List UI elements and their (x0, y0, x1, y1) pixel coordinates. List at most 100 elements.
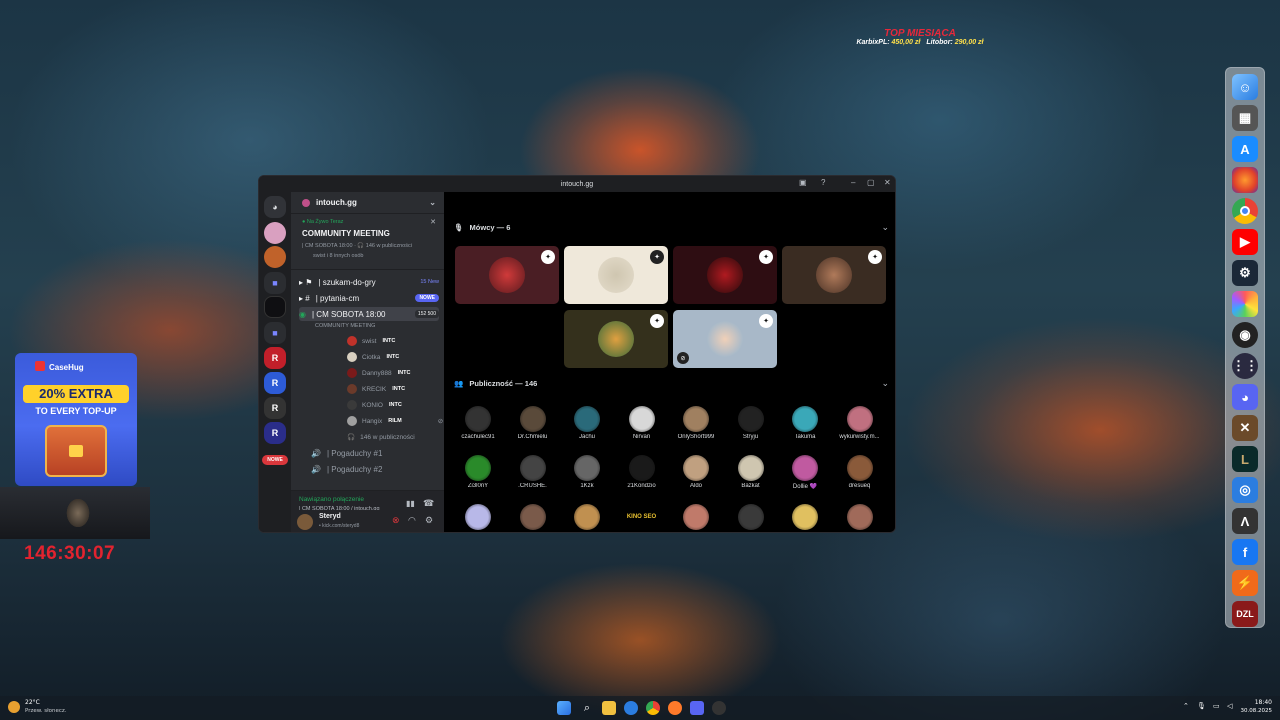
channel-cm-sobota[interactable]: ◉ | CM SOBOTA 18:00 152 500 (299, 307, 439, 321)
facebook-icon[interactable]: f (1232, 539, 1258, 565)
channel-pytania-cm[interactable]: ▸ # | pytania-cm NOWE (299, 291, 439, 305)
steam-icon[interactable]: ⚙ (1232, 260, 1258, 286)
edge-taskbar-icon[interactable] (624, 701, 638, 715)
dismiss-icon[interactable]: ✕ (430, 218, 436, 226)
zap-icon[interactable]: ⚡ (1232, 570, 1258, 596)
server-icon-intouch[interactable] (264, 296, 286, 318)
audience-member[interactable] (837, 504, 883, 532)
network-icon[interactable]: ▭ (1213, 702, 1220, 710)
server-icon-r4[interactable]: R (264, 422, 286, 444)
collapse-audience-icon[interactable]: ⌄ (881, 378, 889, 389)
stage-user[interactable]: Ciotka INTC (347, 350, 399, 364)
audience-summary[interactable]: 🎧 146 w publiczności (347, 430, 415, 444)
dzl-icon[interactable]: DZL (1232, 601, 1258, 627)
server-icon-r3[interactable]: R (264, 397, 286, 419)
speaker-tile[interactable]: ✦ (455, 246, 559, 304)
mic-tray-icon[interactable]: 🎙 (1197, 702, 1206, 710)
obs-icon[interactable]: ◉ (1232, 322, 1258, 348)
audience-member[interactable] (728, 504, 774, 532)
stage-user[interactable]: Hangix RILM ⊘ (347, 414, 443, 428)
obs-taskbar-icon[interactable] (712, 701, 726, 715)
audience-member[interactable]: OnlyShort999 (673, 406, 719, 440)
speaker-tile[interactable]: ✦ (673, 246, 777, 304)
discord-home-icon[interactable]: ◕ (264, 196, 286, 218)
audience-member[interactable]: Dr.Chmielu (510, 406, 556, 440)
audience-member[interactable]: wykurwisty.m... (837, 406, 883, 440)
audience-member[interactable]: .CRUSHE. (510, 455, 556, 489)
mic-muted-icon[interactable]: ⊗ (392, 515, 400, 526)
calculator-icon[interactable]: ▦ (1232, 105, 1258, 131)
launchpad-icon[interactable]: ⋮⋮ (1232, 353, 1258, 379)
start-icon[interactable] (557, 701, 571, 715)
stage-user[interactable]: KRECIK INTC (347, 382, 405, 396)
screen-icon[interactable]: ▣ (799, 178, 807, 187)
voice-channel-2[interactable]: 🔊 | Pogaduchy #2 (299, 462, 439, 476)
chrome-taskbar-icon[interactable] (646, 701, 660, 715)
tray-chevron-icon[interactable]: ⌃ (1183, 702, 1189, 710)
server-header[interactable]: intouch.gg ⌄ (291, 192, 444, 214)
audience-member[interactable] (782, 504, 828, 532)
league-icon[interactable]: L (1232, 446, 1258, 472)
stage-user[interactable]: KONIO INTC (347, 398, 402, 412)
audience-member[interactable]: Jachu (564, 406, 610, 440)
audience-member[interactable] (564, 504, 610, 532)
app-store-icon[interactable]: A (1232, 136, 1258, 162)
audience-member[interactable]: Aldo (673, 455, 719, 489)
youtube-icon[interactable]: ▶ (1232, 229, 1258, 255)
volume-icon[interactable]: ◁ (1227, 702, 1232, 710)
live-event-card[interactable]: ● Na Żywo Teraz COMMUNITY MEETING | CM S… (291, 214, 444, 270)
finder-icon[interactable]: ☺ (1232, 74, 1258, 100)
chevron-down-icon[interactable]: ⌄ (429, 198, 436, 207)
explorer-icon[interactable] (602, 701, 616, 715)
audience-member[interactable]: Nirvan (619, 406, 665, 440)
minimize-icon[interactable]: – (851, 178, 855, 187)
speaker-tile[interactable]: ✦ (564, 310, 668, 368)
audience-member[interactable]: Stryju (728, 406, 774, 440)
audience-member[interactable] (455, 504, 501, 532)
epic-icon[interactable]: Λ (1232, 508, 1258, 534)
settings-gear-icon[interactable]: ⚙ (425, 515, 433, 526)
server-icon-1[interactable] (264, 222, 286, 244)
audience-member[interactable]: Bazkat (728, 455, 774, 489)
audience-member[interactable]: 1Kzk (564, 455, 610, 489)
audience-member[interactable]: dresueq (837, 455, 883, 489)
folder-icon[interactable]: ■ (264, 272, 286, 294)
voice-channel-1[interactable]: 🔊 | Pogaduchy #1 (299, 446, 439, 460)
server-icon-r2[interactable]: R (264, 372, 286, 394)
audience-member[interactable]: 21Kondzio (619, 455, 665, 489)
headset-icon[interactable]: ◠ (408, 515, 416, 526)
audience-member[interactable]: Zi3l0nY (455, 455, 501, 489)
folder-icon-2[interactable]: ■ (264, 322, 286, 344)
audience-member[interactable]: Dollie 💜 (782, 455, 828, 490)
chrome-icon[interactable] (1232, 198, 1258, 224)
audience-member[interactable]: KINO SEO (619, 504, 665, 532)
stage-user[interactable]: Danny888 INTC (347, 366, 410, 380)
audience-member[interactable] (673, 504, 719, 532)
help-icon[interactable]: ? (821, 178, 825, 187)
speaker-tile[interactable]: ✦ (564, 246, 668, 304)
game-icon[interactable]: ✕ (1232, 415, 1258, 441)
audience-member[interactable]: czachulec91 (455, 406, 501, 440)
search-icon[interactable]: ⌕ (580, 701, 594, 715)
speaker-tile[interactable]: ✦ (782, 246, 886, 304)
channel-szukam-do-gry[interactable]: ▸ ⚑ | szukam-do-gry 15 New (299, 275, 439, 289)
stage-user[interactable]: swist INTC (347, 334, 395, 348)
audience-member[interactable] (510, 504, 556, 532)
firefox-taskbar-icon[interactable] (668, 701, 682, 715)
avatar[interactable] (297, 514, 313, 530)
audience-member[interactable]: Takuma (782, 406, 828, 440)
disconnect-icon[interactable]: ☎ (423, 498, 434, 509)
discord-icon[interactable]: ◕ (1232, 384, 1258, 410)
close-icon[interactable]: ✕ (884, 178, 891, 187)
server-icon-2[interactable] (264, 246, 286, 268)
edge-icon[interactable]: ◎ (1232, 477, 1258, 503)
maximize-icon[interactable]: ▢ (867, 178, 875, 187)
signal-icon[interactable]: ▮▮ (406, 499, 415, 508)
discord-taskbar-icon[interactable] (690, 701, 704, 715)
clock-time[interactable]: 18:40 (1240, 699, 1272, 706)
speaker-tile[interactable]: ✦ ⊘ (673, 310, 777, 368)
weather-temp[interactable]: 22°C (25, 699, 40, 706)
photos-icon[interactable] (1232, 291, 1258, 317)
server-icon-r1[interactable]: R (264, 347, 286, 369)
firefox-icon[interactable] (1232, 167, 1258, 193)
